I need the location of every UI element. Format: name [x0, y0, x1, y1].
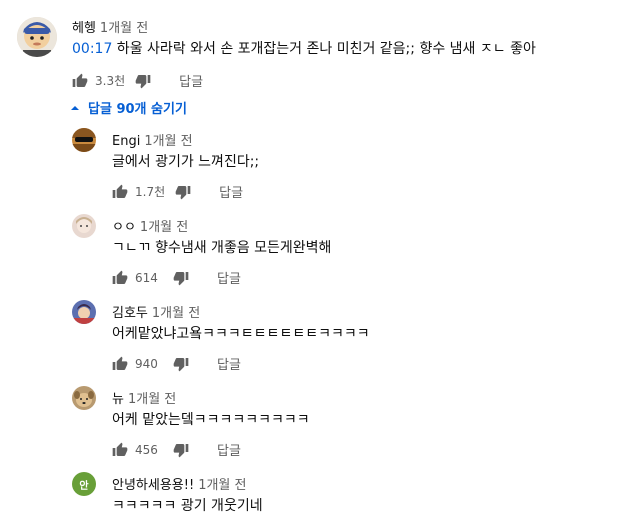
comment-body: ㄱㄴㄲ 향수냄새 개좋음 모든게완벽해	[112, 240, 332, 256]
avatar-image-icon	[72, 386, 96, 410]
thumbs-down-icon[interactable]	[173, 442, 189, 458]
comment-body: 어케 맡았는뎈ㅋㅋㅋㅋㅋㅋㅋㅋㅋ	[112, 412, 310, 428]
comment-body: 하울 사라락 와서 손 포개잡는거 존나 미친거 같음;; 향수 냄새 ㅈㄴ 좋…	[112, 41, 536, 57]
timestamp-link[interactable]: 00:17	[72, 41, 112, 57]
comment-actions: 456 답글	[112, 440, 241, 459]
author-line: 헤헹 1개월 전	[72, 17, 148, 36]
author-name[interactable]: 김호두	[112, 306, 148, 321]
thumbs-up-icon[interactable]	[112, 270, 128, 286]
comment-actions: 940 답글	[112, 354, 241, 373]
comment-time[interactable]: 1개월 전	[128, 392, 176, 407]
reply-comment: 김호두 1개월 전 어케맡았냐고욬ㅋㅋㅋㅌㅌㅌㅌㅌㅌㅋㅋㅋㅋ 940 답글	[0, 300, 622, 380]
avatar-image-icon	[72, 300, 96, 324]
like-count: 456	[135, 442, 158, 457]
thumbs-up-icon[interactable]	[112, 442, 128, 458]
avatar-image-icon	[17, 17, 57, 57]
like-count: 614	[135, 270, 158, 285]
author-name[interactable]: 안녕하세용용!!	[112, 478, 194, 493]
reply-comment: 안 안녕하세용용!! 1개월 전 ㅋㅋㅋㅋㅋ 광기 개웃기네	[0, 472, 622, 521]
avatar-image-icon	[72, 214, 96, 238]
comment-time[interactable]: 1개월 전	[100, 21, 148, 36]
avatar[interactable]	[17, 17, 57, 57]
author-line: 뉴 1개월 전	[112, 388, 176, 407]
thumbs-up-icon[interactable]	[72, 73, 88, 89]
comment-body: 어케맡았냐고욬ㅋㅋㅋㅌㅌㅌㅌㅌㅌㅋㅋㅋㅋ	[112, 326, 370, 342]
reply-comment: Engi 1개월 전 글에서 광기가 느껴진다;; 1.7천 답글	[0, 128, 622, 208]
thumbs-up-icon[interactable]	[112, 356, 128, 372]
avatar[interactable]	[72, 386, 96, 410]
comment-time[interactable]: 1개월 전	[152, 306, 200, 321]
reply-button[interactable]: 답글	[217, 440, 241, 459]
comment-time[interactable]: 1개월 전	[144, 134, 192, 149]
author-line: 김호두 1개월 전	[112, 302, 200, 321]
avatar[interactable]	[72, 214, 96, 238]
author-line: ㅇㅇ 1개월 전	[112, 216, 188, 235]
reply-button[interactable]: 답글	[217, 354, 241, 373]
comment-time[interactable]: 1개월 전	[198, 478, 246, 493]
like-count: 940	[135, 356, 158, 371]
comment-body: 글에서 광기가 느껴진다;;	[112, 154, 260, 170]
reply-comment: ㅇㅇ 1개월 전 ㄱㄴㄲ 향수냄새 개좋음 모든게완벽해 614 답글	[0, 214, 622, 294]
top-comment: 헤헹 1개월 전 00:17 하울 사라락 와서 손 포개잡는거 존나 미친거 같…	[0, 0, 622, 96]
reply-comment: 뉴 1개월 전 어케 맡았는뎈ㅋㅋㅋㅋㅋㅋㅋㅋㅋ 456 답글	[0, 386, 622, 466]
avatar[interactable]: 안	[72, 472, 96, 496]
avatar[interactable]	[72, 300, 96, 324]
comment-actions: 1.7천 답글	[112, 182, 243, 201]
thumbs-down-icon[interactable]	[173, 270, 189, 286]
reply-button[interactable]: 답글	[219, 182, 243, 201]
author-name[interactable]: 헤헹	[72, 21, 96, 36]
author-name[interactable]: 뉴	[112, 392, 124, 407]
avatar-letter: 안	[79, 480, 89, 492]
author-name[interactable]: Engi	[112, 134, 140, 149]
thumbs-up-icon[interactable]	[112, 184, 128, 200]
reply-button[interactable]: 답글	[217, 268, 241, 287]
comment-text: 00:17 하울 사라락 와서 손 포개잡는거 존나 미친거 같음;; 향수 냄…	[72, 38, 536, 58]
comment-time[interactable]: 1개월 전	[140, 220, 188, 235]
like-count: 1.7천	[135, 185, 166, 199]
reply-button[interactable]: 답글	[179, 71, 203, 90]
thumbs-down-icon[interactable]	[135, 73, 151, 89]
thumbs-down-icon[interactable]	[175, 184, 191, 200]
hide-replies-button[interactable]: 답글 90개 숨기기	[70, 98, 187, 117]
author-line: Engi 1개월 전	[112, 130, 193, 149]
like-count: 3.3천	[95, 74, 126, 88]
author-name[interactable]: ㅇㅇ	[112, 220, 136, 235]
caret-up-icon	[70, 103, 80, 113]
avatar-image-icon	[72, 128, 96, 152]
thumbs-down-icon[interactable]	[173, 356, 189, 372]
avatar[interactable]	[72, 128, 96, 152]
comment-actions: 3.3천 답글	[72, 71, 203, 90]
hide-replies-label: 답글 90개 숨기기	[88, 102, 187, 117]
comment-actions: 614 답글	[112, 268, 241, 287]
author-line: 안녕하세용용!! 1개월 전	[112, 474, 246, 493]
comment-body: ㅋㅋㅋㅋㅋ 광기 개웃기네	[112, 498, 263, 514]
